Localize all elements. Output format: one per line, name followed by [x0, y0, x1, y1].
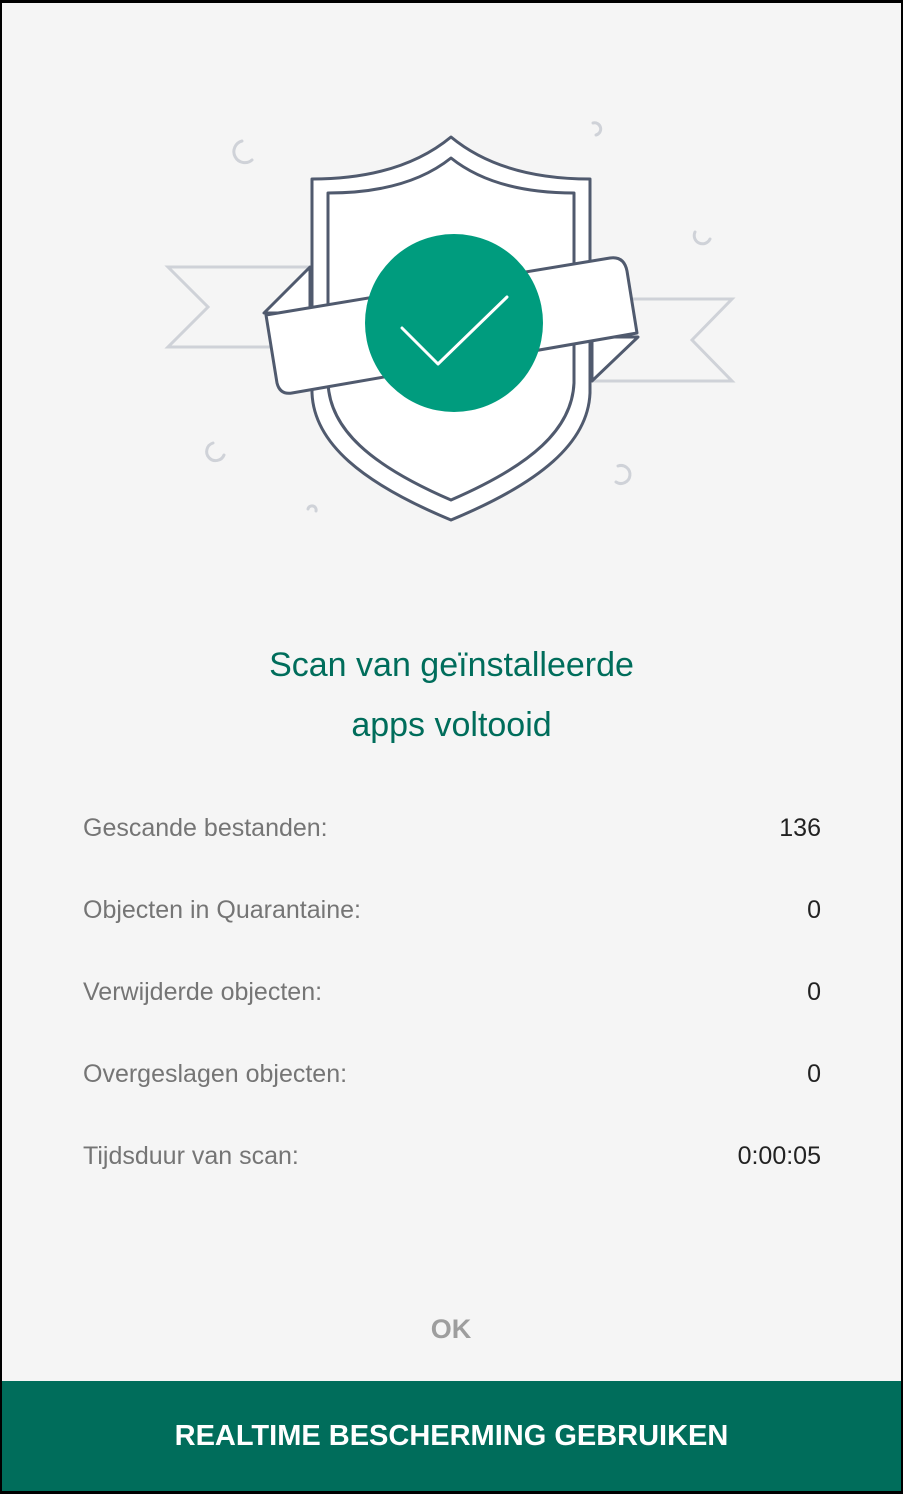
- ok-button[interactable]: OK: [401, 1301, 501, 1357]
- stat-value: 0: [807, 895, 821, 924]
- stat-deleted-objects: Verwijderde objecten: 0: [83, 951, 821, 1033]
- title-line-2: apps voltooid: [351, 706, 552, 744]
- shield-checkmark-icon: [164, 121, 736, 522]
- stat-label: Gescande bestanden:: [83, 813, 328, 842]
- stat-scan-duration: Tijdsduur van scan: 0:00:05: [83, 1115, 821, 1197]
- scan-complete-title: Scan van geïnstalleerde apps voltooid: [2, 635, 901, 755]
- stat-value: 136: [779, 813, 821, 842]
- stat-value: 0:00:05: [737, 1141, 821, 1170]
- title-line-1: Scan van geïnstalleerde: [269, 646, 634, 684]
- stat-skipped-objects: Overgeslagen objecten: 0: [83, 1033, 821, 1115]
- stat-label: Tijdsduur van scan:: [83, 1141, 299, 1170]
- shield-illustration: [2, 3, 901, 563]
- enable-realtime-protection-button[interactable]: REALTIME BESCHERMING GEBRUIKEN: [2, 1381, 901, 1491]
- stat-label: Objecten in Quarantaine:: [83, 895, 361, 924]
- stat-value: 0: [807, 977, 821, 1006]
- stat-quarantined-objects: Objecten in Quarantaine: 0: [83, 869, 821, 951]
- scan-result-screen: Scan van geïnstalleerde apps voltooid Ge…: [2, 3, 901, 1491]
- stat-label: Verwijderde objecten:: [83, 977, 323, 1006]
- stat-scanned-files: Gescande bestanden: 136: [83, 787, 821, 869]
- stat-value: 0: [807, 1059, 821, 1088]
- scan-stats-list: Gescande bestanden: 136 Objecten in Quar…: [83, 787, 821, 1197]
- stat-label: Overgeslagen objecten:: [83, 1059, 348, 1088]
